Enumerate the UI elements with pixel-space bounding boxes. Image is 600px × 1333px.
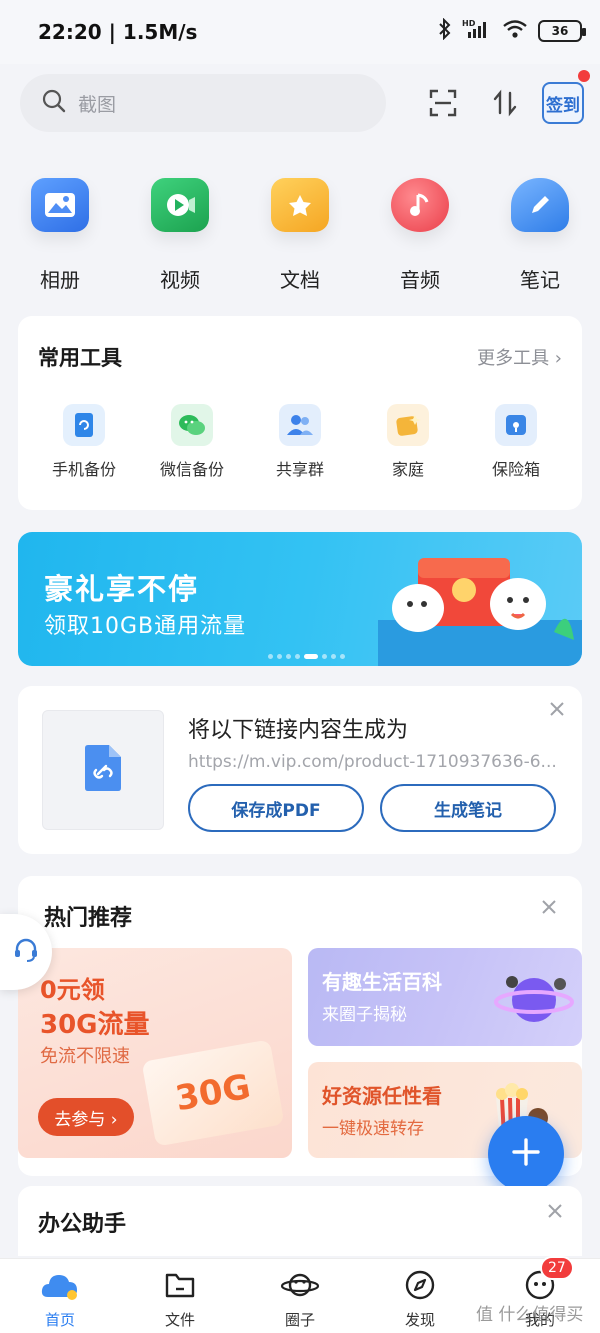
close-icon[interactable] (538, 896, 560, 918)
notification-badge: 27 (540, 1256, 574, 1280)
category-audio[interactable]: 音频 (380, 178, 460, 293)
promo-line3: 免流不限速 (40, 1046, 130, 1067)
category-document[interactable]: 文档 (260, 178, 340, 293)
close-icon[interactable] (546, 698, 568, 720)
link-url: https://m.vip.com/product-1710937636-6..… (188, 752, 557, 772)
tool-shared-group[interactable]: 共享群 (246, 404, 354, 480)
banner-subtitle: 领取10GB通用流量 (44, 614, 247, 639)
music-note-icon (391, 178, 449, 232)
promo-title: 有趣生活百科 (322, 970, 442, 994)
watermark: 值 什么值得买 (476, 1305, 584, 1325)
battery-icon: 36 (538, 20, 586, 42)
category-label: 视频 (160, 268, 200, 292)
nav-label: 发现 (404, 1311, 435, 1329)
planet-illustration (494, 962, 574, 1040)
banner-pagination (268, 654, 345, 659)
signin-button[interactable]: 签到 (542, 82, 584, 124)
add-button[interactable] (488, 1116, 564, 1192)
planet-icon (280, 1267, 320, 1303)
tool-wechat-backup[interactable]: 微信备份 (138, 404, 246, 480)
category-label: 音频 (400, 268, 440, 292)
link-card-title: 将以下链接内容生成为 (188, 718, 409, 743)
save-pdf-button[interactable]: 保存成PDF (188, 784, 364, 832)
safe-box-icon (495, 404, 537, 446)
category-label: 相册 (40, 268, 80, 292)
search-input[interactable]: 截图 (20, 74, 386, 132)
home-cloud-icon (40, 1267, 80, 1303)
category-video[interactable]: 视频 (140, 178, 220, 293)
tool-safe-box[interactable]: 保险箱 (462, 404, 570, 480)
banner-mascot-illustration (378, 532, 582, 666)
nav-home[interactable]: 首页 (10, 1267, 110, 1330)
promo-life-wiki[interactable]: 有趣生活百科 来圈子揭秘 (308, 948, 582, 1046)
signal-icon: HD (462, 18, 492, 44)
gift-card-illustration: 30G (141, 1039, 285, 1147)
close-icon[interactable] (544, 1200, 566, 1222)
tool-phone-backup[interactable]: 手机备份 (30, 404, 138, 480)
link-convert-card: 将以下链接内容生成为 https://m.vip.com/product-171… (18, 686, 582, 854)
nav-discover[interactable]: 发现 (370, 1267, 470, 1330)
album-icon (31, 178, 89, 232)
more-tools-link[interactable]: 更多工具 › (477, 344, 562, 370)
folder-icon (160, 1267, 200, 1303)
headset-icon (13, 937, 39, 967)
search-icon (42, 89, 66, 117)
transfer-icon[interactable] (484, 82, 526, 124)
search-placeholder: 截图 (78, 93, 117, 116)
nav-label: 首页 (44, 1311, 75, 1329)
tool-label: 保险箱 (491, 460, 540, 479)
tool-family[interactable]: 家庭 (354, 404, 462, 480)
video-icon (151, 178, 209, 232)
family-icon (387, 404, 429, 446)
tools-card: 常用工具 更多工具 › 手机备份 微信备份 共享群 家庭 保险箱 (18, 316, 582, 510)
cloud-pen-icon (511, 178, 569, 232)
nav-label: 文件 (164, 1311, 195, 1329)
promo-banner[interactable]: 豪礼享不停 领取10GB通用流量 (18, 532, 582, 666)
scan-icon[interactable] (422, 82, 464, 124)
promo-title: 好资源任性看 (322, 1084, 442, 1108)
office-title: 办公助手 (38, 1212, 127, 1237)
office-assistant-card: 办公助手 (18, 1186, 582, 1256)
plus-icon (511, 1137, 541, 1171)
promo-line1: 0元领 (40, 976, 105, 1004)
tool-label: 微信备份 (159, 460, 224, 479)
nav-label: 圈子 (284, 1311, 315, 1329)
banner-title: 豪礼享不停 (44, 572, 200, 606)
tool-label: 家庭 (391, 460, 424, 479)
link-doc-thumbnail (42, 710, 164, 830)
shared-group-icon (279, 404, 321, 446)
nav-circle[interactable]: 圈子 (250, 1267, 350, 1330)
bluetooth-icon (438, 17, 452, 44)
wifi-icon (502, 19, 528, 43)
promo-traffic-card[interactable]: 0元领 30G流量 免流不限速 去参与 › 30G (18, 948, 292, 1158)
tool-label: 手机备份 (51, 460, 116, 479)
svg-text:HD: HD (462, 19, 476, 28)
phone-backup-icon (63, 404, 105, 446)
hot-title: 热门推荐 (44, 906, 133, 931)
link-document-icon (83, 744, 123, 796)
signin-red-dot (578, 70, 590, 82)
compass-icon (400, 1267, 440, 1303)
promo-line2: 30G流量 (40, 1010, 150, 1040)
promo-subtitle: 来圈子揭秘 (322, 1005, 407, 1025)
join-button[interactable]: 去参与 › (38, 1098, 134, 1136)
wechat-backup-icon (171, 404, 213, 446)
category-label: 笔记 (520, 268, 560, 292)
tool-label: 共享群 (275, 460, 324, 479)
category-label: 文档 (280, 268, 320, 292)
generate-note-button[interactable]: 生成笔记 (380, 784, 556, 832)
tools-title: 常用工具 (38, 346, 122, 370)
nav-files[interactable]: 文件 (130, 1267, 230, 1330)
status-icons: HD 36 (438, 17, 586, 44)
promo-subtitle: 一键极速转存 (322, 1119, 424, 1139)
document-folder-icon (271, 178, 329, 232)
category-note[interactable]: 笔记 (500, 178, 580, 293)
category-album[interactable]: 相册 (20, 178, 100, 293)
status-time: 22:20 | 1.5M/s (38, 20, 198, 44)
